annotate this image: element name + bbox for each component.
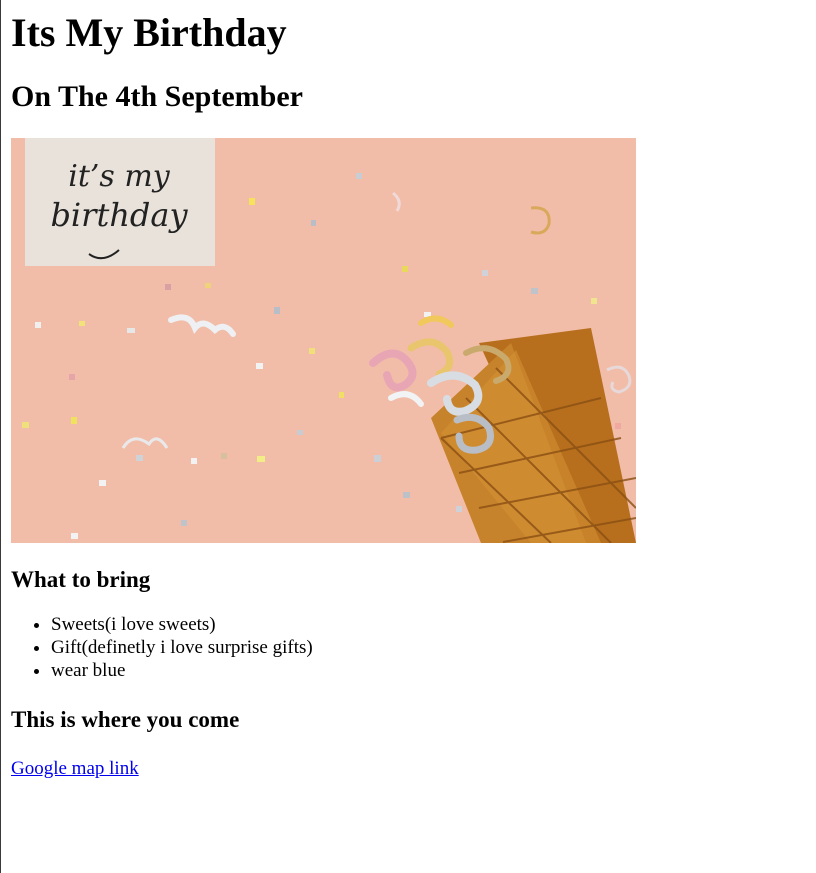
- page-content: Its My Birthday On The 4th September it’…: [11, 0, 801, 781]
- google-map-link[interactable]: Google map link: [11, 758, 139, 779]
- birthday-image: it’s my birthday: [11, 138, 636, 543]
- svg-text:birthday: birthday: [50, 196, 188, 234]
- list-item: Sweets(i love sweets): [51, 613, 801, 636]
- page-title: Its My Birthday: [11, 10, 287, 55]
- list-item: wear blue: [51, 659, 801, 682]
- page-left-border: [0, 0, 1, 873]
- page-subtitle: On The 4th September: [11, 80, 303, 113]
- bring-list: Sweets(i love sweets) Gift(definetly i l…: [11, 613, 801, 682]
- svg-text:it’s my: it’s my: [68, 159, 171, 194]
- list-item: Gift(definetly i love surprise gifts): [51, 636, 801, 659]
- what-to-bring-heading: What to bring: [11, 567, 151, 592]
- location-heading: This is where you come: [11, 707, 240, 732]
- map-link-paragraph: Google map link: [11, 757, 801, 781]
